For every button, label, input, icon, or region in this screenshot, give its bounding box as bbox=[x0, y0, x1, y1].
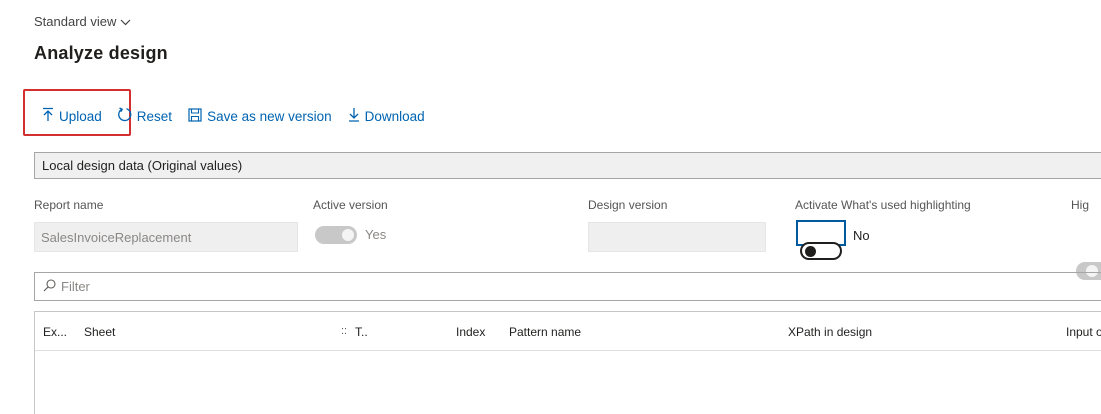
save-icon bbox=[188, 107, 202, 125]
highlight-label: Hig bbox=[1071, 198, 1090, 212]
active-version-toggle bbox=[315, 226, 357, 244]
chevron-down-icon bbox=[120, 14, 131, 29]
column-header-xpath[interactable]: XPath in design bbox=[788, 325, 872, 339]
report-name-label: Report name bbox=[34, 198, 104, 212]
view-selector-label: Standard view bbox=[34, 14, 117, 29]
download-label: Download bbox=[364, 108, 425, 124]
view-selector[interactable]: Standard view bbox=[34, 14, 131, 29]
upload-icon bbox=[42, 107, 54, 125]
save-as-new-version-label: Save as new version bbox=[207, 108, 332, 124]
column-header-sheet[interactable]: Sheet bbox=[84, 325, 115, 339]
upload-button[interactable]: Upload bbox=[42, 107, 102, 125]
active-version-value: Yes bbox=[365, 227, 387, 242]
whats-used-highlighting-label: Activate What's used highlighting bbox=[795, 198, 971, 212]
column-header-index[interactable]: Index bbox=[456, 325, 485, 339]
reset-icon bbox=[117, 107, 132, 125]
save-as-new-version-button[interactable]: Save as new version bbox=[188, 107, 332, 125]
column-header-input-object[interactable]: Input ob bbox=[1066, 325, 1101, 339]
column-resize-handle[interactable]: :: bbox=[341, 325, 347, 337]
filter-input[interactable]: Filter bbox=[34, 272, 1101, 301]
column-header-type[interactable]: T.. bbox=[355, 325, 368, 339]
design-grid: Ex... Sheet :: T.. Index Pattern name XP… bbox=[34, 311, 1101, 414]
report-name-value: SalesInvoiceReplacement bbox=[41, 230, 192, 245]
local-design-data-section[interactable]: Local design data (Original values) bbox=[34, 152, 1101, 179]
reset-button[interactable]: Reset bbox=[117, 107, 172, 125]
column-header-ex[interactable]: Ex... bbox=[43, 325, 67, 339]
action-toolbar: Upload Reset Save as new version Downloa… bbox=[38, 104, 425, 128]
download-icon bbox=[348, 107, 360, 125]
design-version-label: Design version bbox=[588, 198, 668, 212]
section-title: Local design data (Original values) bbox=[42, 158, 243, 173]
grid-header: Ex... Sheet :: T.. Index Pattern name XP… bbox=[35, 312, 1101, 351]
search-icon bbox=[43, 278, 56, 295]
filter-placeholder: Filter bbox=[61, 279, 90, 294]
download-button[interactable]: Download bbox=[348, 107, 425, 125]
reset-label: Reset bbox=[136, 108, 173, 124]
page-title: Analyze design bbox=[34, 43, 168, 63]
report-name-field: SalesInvoiceReplacement bbox=[34, 222, 298, 252]
column-header-pattern-name[interactable]: Pattern name bbox=[509, 325, 581, 339]
whats-used-highlighting-value: No bbox=[853, 228, 870, 243]
whats-used-highlighting-toggle[interactable] bbox=[800, 242, 842, 260]
design-version-field bbox=[588, 222, 766, 252]
upload-label: Upload bbox=[59, 108, 102, 124]
active-version-label: Active version bbox=[313, 198, 388, 212]
